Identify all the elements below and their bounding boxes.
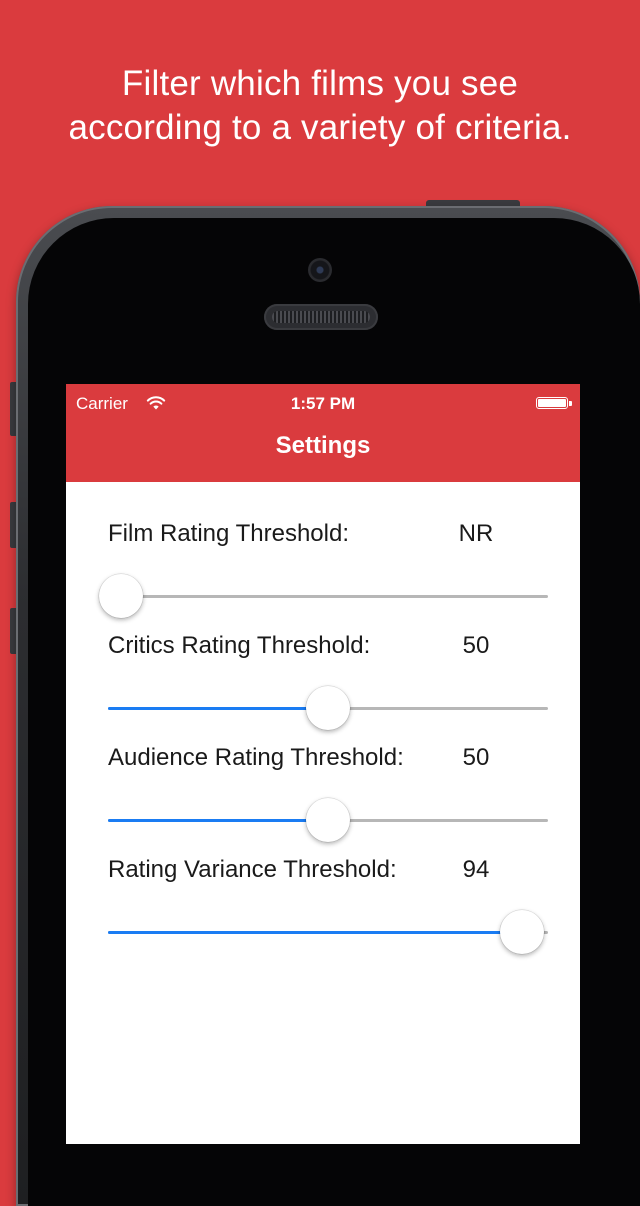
setting-row-rating-variance: Rating Variance Threshold: 94 (108, 856, 548, 968)
navigation-bar: Carrier 1:57 PM Settings (66, 384, 580, 482)
setting-label: Film Rating Threshold: (108, 520, 349, 547)
slider-thumb[interactable] (306, 686, 350, 730)
setting-value: 50 (462, 744, 490, 771)
audience-rating-slider[interactable] (108, 798, 548, 842)
page-title: Settings (275, 432, 371, 459)
battery-level (538, 399, 566, 407)
slider-track (108, 595, 548, 598)
battery-cap (569, 401, 572, 406)
setting-label: Rating Variance Threshold: (108, 856, 397, 883)
phone-screen: Carrier 1:57 PM Settings Film Rating Thr… (66, 384, 580, 1144)
promo-headline: Filter which films you see according to … (0, 62, 640, 150)
setting-row-audience-rating: Audience Rating Threshold: 50 (108, 744, 548, 856)
rating-variance-slider[interactable] (108, 910, 548, 954)
slider-fill (108, 931, 522, 934)
battery-icon (536, 397, 568, 409)
slider-thumb[interactable] (306, 798, 350, 842)
camera-icon (308, 258, 332, 282)
status-time: 1:57 PM (290, 394, 356, 413)
speaker-grille (264, 304, 378, 330)
setting-row-film-rating: Film Rating Threshold: NR (99, 520, 548, 632)
slider-thumb[interactable] (499, 910, 544, 954)
setting-value: NR (458, 520, 494, 547)
slider-thumb[interactable] (99, 574, 144, 618)
promo-line-2: according to a variety of criteria. (68, 108, 572, 147)
promo-line-1: Filter which films you see (121, 64, 519, 103)
film-rating-slider[interactable] (99, 574, 548, 618)
setting-value: 50 (462, 632, 490, 659)
slider-fill (108, 707, 328, 710)
critics-rating-slider[interactable] (108, 686, 548, 730)
status-bar: Carrier 1:57 PM (66, 390, 580, 416)
setting-row-critics-rating: Critics Rating Threshold: 50 (108, 632, 548, 744)
setting-value: 94 (462, 856, 490, 883)
setting-label: Audience Rating Threshold: (108, 744, 404, 771)
setting-label: Critics Rating Threshold: (108, 632, 371, 659)
slider-fill (108, 819, 328, 822)
